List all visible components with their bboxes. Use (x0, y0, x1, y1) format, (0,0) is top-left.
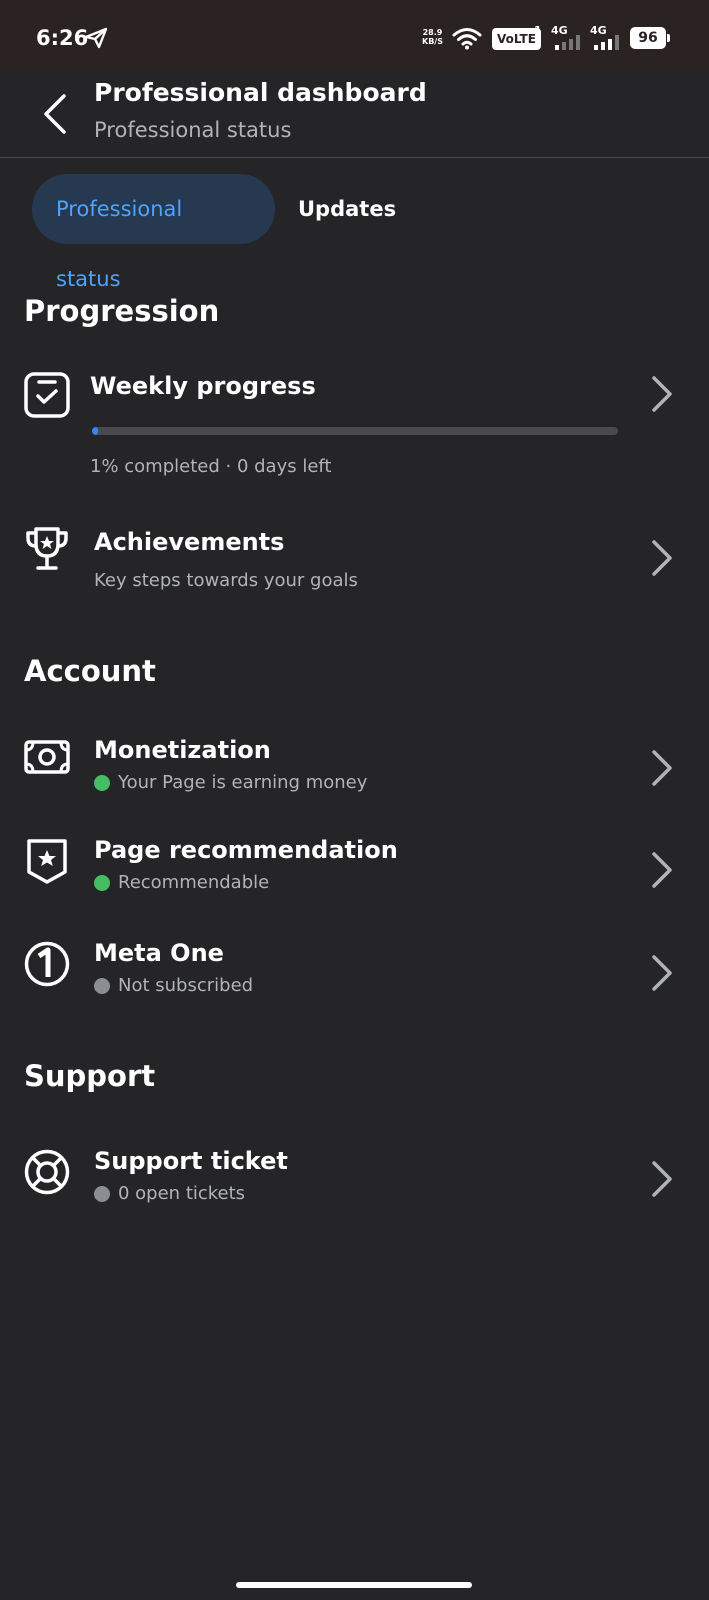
support-ticket-status: 0 open tickets (94, 1183, 245, 1204)
signal-icon: 4G (590, 24, 624, 50)
network-speed: 28.9 KB/S (422, 28, 443, 46)
support-ticket-row[interactable]: Support ticket 0 open tickets (0, 1141, 709, 1221)
monetization-status: Your Page is earning money (94, 772, 367, 793)
wifi-icon (452, 28, 482, 50)
weekly-progress-fill (92, 427, 99, 435)
status-dot-green (94, 774, 110, 791)
money-icon (24, 740, 70, 774)
sim-indicator: 1 (534, 24, 542, 37)
chevron-right-icon (652, 540, 672, 576)
section-title-support: Support (24, 1059, 156, 1093)
page-recommendation-row[interactable]: Page recommendation Recommendable (0, 830, 709, 910)
meta-one-icon (24, 941, 70, 987)
achievements-subtitle: Key steps towards your goals (94, 570, 358, 591)
achievements-title: Achievements (94, 528, 285, 556)
home-indicator[interactable] (236, 1582, 472, 1588)
chevron-right-icon (652, 376, 672, 412)
meta-one-row[interactable]: Meta One Not subscribed (0, 933, 709, 1013)
chevron-right-icon (652, 1161, 672, 1197)
status-bar: 6:26 28.9 KB/S VoLTE 1 4G 4G 96 (0, 0, 709, 70)
page-recommendation-status-text: Recommendable (118, 872, 270, 893)
weekly-progress-row[interactable]: Weekly progress 1% completed · 0 days le… (0, 360, 709, 490)
weekly-progress-status: 1% completed · 0 days left (90, 456, 332, 477)
network-speed-unit: KB/S (422, 37, 443, 46)
page-subtitle: Professional status (94, 118, 292, 142)
meta-one-status: Not subscribed (94, 975, 253, 996)
meta-one-status-text: Not subscribed (118, 975, 254, 996)
trophy-icon (26, 527, 68, 570)
status-dot-grey (94, 977, 110, 994)
signal-icon: 4G (551, 24, 585, 50)
monetization-title: Monetization (94, 736, 271, 764)
send-icon (84, 27, 108, 49)
chevron-right-icon (652, 750, 672, 786)
support-ticket-status-text: 0 open tickets (118, 1183, 246, 1204)
clock: 6:26 (36, 26, 89, 50)
monetization-status-text: Your Page is earning money (118, 772, 368, 793)
battery-icon: 96 (630, 27, 670, 49)
tab-professional-status[interactable]: Professional status (32, 174, 275, 291)
tab-updates[interactable]: Updates (274, 174, 420, 244)
monetization-row[interactable]: Monetization Your Page is earning money (0, 728, 709, 808)
professional-dashboard-screen: 6:26 28.9 KB/S VoLTE 1 4G 4G 96 Professi… (0, 0, 709, 1600)
chevron-right-icon (652, 852, 672, 888)
page-recommendation-title: Page recommendation (94, 836, 398, 864)
weekly-progress-title: Weekly progress (90, 372, 316, 400)
page-recommendation-status: Recommendable (94, 872, 269, 893)
section-title-progression: Progression (24, 294, 220, 328)
status-dot-green (94, 874, 110, 891)
achievements-row[interactable]: Achievements Key steps towards your goal… (0, 520, 709, 600)
section-title-account: Account (24, 654, 156, 688)
chevron-right-icon (652, 955, 672, 991)
shield-star-icon (27, 839, 67, 884)
checklist-icon (24, 372, 70, 418)
status-dot-grey (94, 1185, 110, 1202)
weekly-progress-bar (92, 427, 618, 435)
page-title: Professional dashboard (94, 78, 427, 107)
app-header: Professional dashboard Professional stat… (0, 70, 709, 158)
chevron-left-icon[interactable] (38, 92, 74, 136)
network-speed-value: 28.9 (422, 28, 443, 37)
meta-one-title: Meta One (94, 939, 224, 967)
support-ticket-title: Support ticket (94, 1147, 288, 1175)
lifebuoy-icon (24, 1149, 70, 1195)
